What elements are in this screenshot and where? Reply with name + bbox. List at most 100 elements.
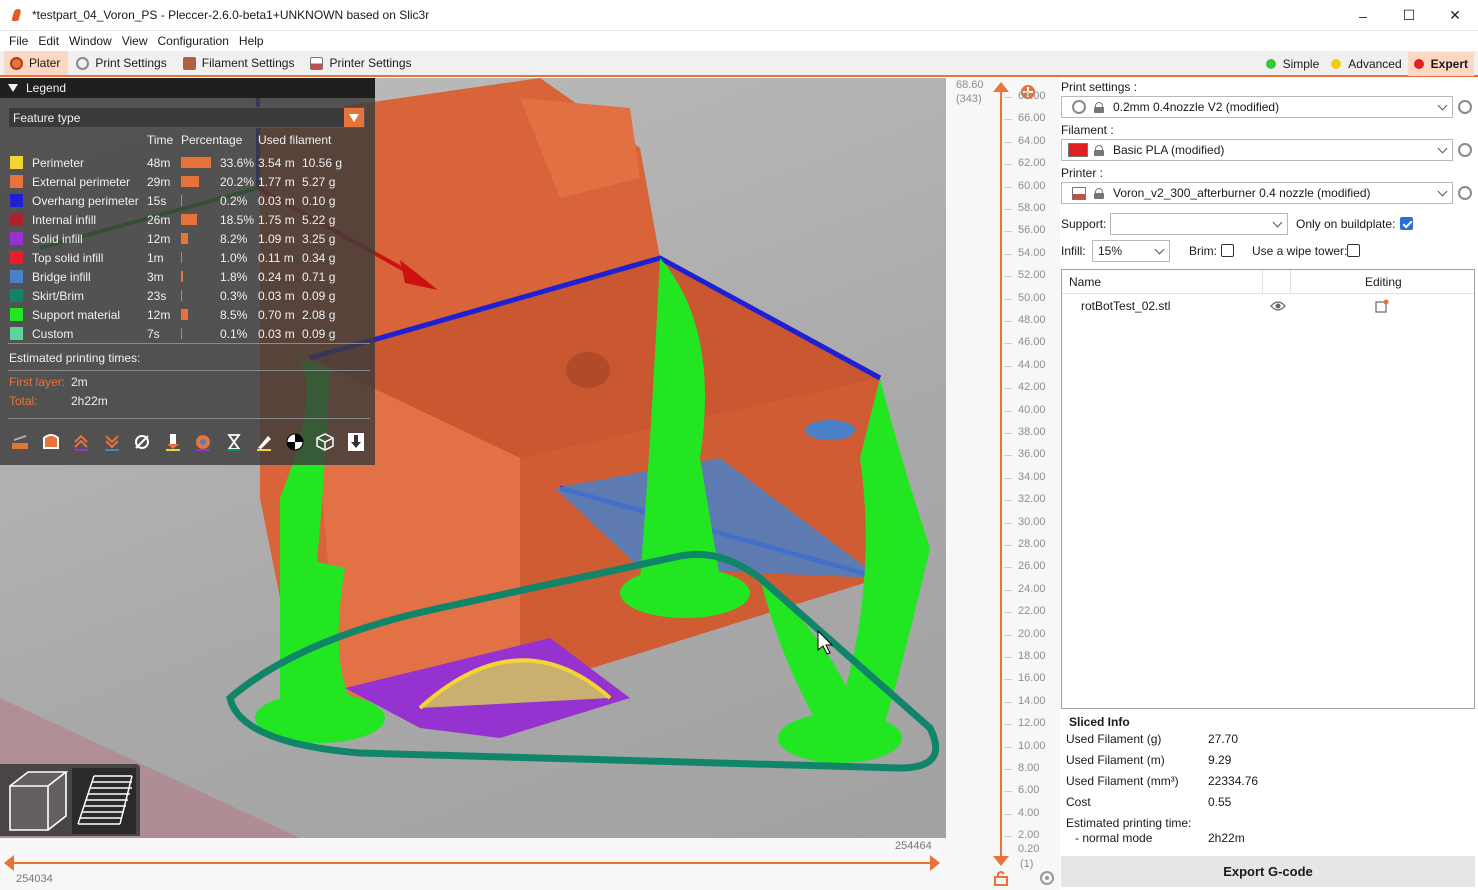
slider-track bbox=[12, 862, 934, 864]
tab-print-settings[interactable]: Print Settings bbox=[70, 51, 174, 75]
horizontal-move-slider[interactable]: 254464 254034 bbox=[0, 838, 946, 890]
tool-changes-icon[interactable] bbox=[161, 430, 185, 454]
legend-feature-time: 12m bbox=[147, 231, 171, 246]
custom-gcodes-icon[interactable] bbox=[252, 430, 276, 454]
legend-row[interactable]: Top solid infill 1m 1.0% 0.11 m 0.34 g bbox=[0, 248, 375, 267]
legend-title: Legend bbox=[26, 81, 67, 95]
object-row[interactable]: rotBotTest_02.stl bbox=[1062, 294, 1474, 318]
filament-combo[interactable]: Basic PLA (modified) bbox=[1061, 139, 1453, 161]
settings-cog-icon[interactable] bbox=[1039, 870, 1055, 886]
pause-prints-icon[interactable] bbox=[222, 430, 246, 454]
seams-icon[interactable] bbox=[130, 430, 154, 454]
filament-color-swatch[interactable] bbox=[1068, 143, 1088, 157]
close-button[interactable]: ✕ bbox=[1432, 0, 1478, 31]
legend-header[interactable]: Legend bbox=[0, 78, 375, 98]
wipe-icon[interactable] bbox=[39, 430, 63, 454]
view-type-value: Feature type bbox=[13, 110, 81, 125]
col-editing[interactable]: Editing bbox=[1365, 275, 1402, 289]
dropdown-arrow-icon[interactable] bbox=[344, 108, 364, 127]
layer-tick-mark bbox=[1004, 119, 1012, 121]
maximize-button[interactable]: ☐ bbox=[1386, 0, 1432, 31]
layer-tick-mark bbox=[1004, 231, 1012, 233]
3d-view-button[interactable] bbox=[9, 771, 69, 831]
legend-feature-name: Solid infill bbox=[32, 231, 83, 246]
tab-plater[interactable]: Plater bbox=[4, 51, 69, 75]
print-settings-gear-icon[interactable] bbox=[1458, 100, 1472, 114]
mode-expert[interactable]: Expert bbox=[1407, 52, 1474, 76]
legend-row[interactable]: Bridge infill 3m 1.8% 0.24 m 0.71 g bbox=[0, 267, 375, 286]
slider-left-handle-icon[interactable] bbox=[4, 855, 16, 871]
legend-row[interactable]: Internal infill 26m 18.5% 1.75 m 5.22 g bbox=[0, 210, 375, 229]
filament-gear-icon[interactable] bbox=[1458, 143, 1472, 157]
slider-bottom-handle-icon[interactable] bbox=[993, 856, 1009, 868]
layer-tick-mark bbox=[1004, 321, 1012, 322]
menu-edit[interactable]: Edit bbox=[33, 34, 64, 48]
plater-icon bbox=[10, 56, 23, 70]
brim-checkbox[interactable] bbox=[1221, 244, 1234, 257]
legend-feature-weight: 0.09 g bbox=[302, 288, 336, 303]
only-buildplate-checkbox[interactable] bbox=[1400, 217, 1413, 230]
only-buildplate-label: Only on buildplate: bbox=[1296, 217, 1396, 231]
menu-view[interactable]: View bbox=[117, 34, 153, 48]
menu-window[interactable]: Window bbox=[64, 34, 117, 48]
deretractions-icon[interactable] bbox=[100, 430, 124, 454]
layer-tick-mark bbox=[1004, 500, 1012, 502]
legend-feature-length: 3.54 m bbox=[258, 155, 295, 170]
print-settings-combo[interactable]: 0.2mm 0.4nozzle V2 (modified) bbox=[1061, 96, 1453, 118]
legend-row[interactable]: External perimeter 29m 20.2% 1.77 m 5.27 g bbox=[0, 172, 375, 191]
preview-view-button[interactable] bbox=[72, 768, 136, 834]
legend-feature-length: 1.77 m bbox=[258, 174, 295, 189]
mode-advanced[interactable]: Advanced bbox=[1325, 52, 1407, 76]
edit-settings-icon[interactable] bbox=[1375, 299, 1389, 313]
infill-select[interactable]: 15% bbox=[1092, 240, 1170, 262]
layer-tick-label: 34.00 bbox=[1018, 470, 1046, 483]
minimize-button[interactable]: – bbox=[1340, 0, 1386, 31]
tab-filament-settings[interactable]: Filament Settings bbox=[177, 51, 303, 75]
layer-height-slider[interactable]: 68.60 (343) 68.00 66.00 64.00 62.00 60.00 58.… bbox=[946, 78, 1060, 890]
lock-icon[interactable] bbox=[994, 870, 1008, 886]
shells-icon[interactable] bbox=[313, 430, 337, 454]
printer-gear-icon[interactable] bbox=[1458, 186, 1472, 200]
menu-file[interactable]: File bbox=[4, 34, 33, 48]
layer-tick-label: 24.00 bbox=[1018, 582, 1046, 595]
menu-configuration[interactable]: Configuration bbox=[153, 34, 234, 48]
legend-row[interactable]: Solid infill 12m 8.2% 1.09 m 3.25 g bbox=[0, 229, 375, 248]
print-settings-label: Print settings : bbox=[1061, 80, 1138, 94]
layer-tick-mark bbox=[1004, 433, 1012, 434]
printer-combo[interactable]: Voron_v2_300_afterburner 0.4 nozzle (mod… bbox=[1061, 182, 1453, 204]
layer-tick-label: 62.00 bbox=[1018, 157, 1046, 170]
layer-tick-label: 30.00 bbox=[1018, 515, 1046, 528]
legend-row[interactable]: Perimeter 48m 33.6% 3.54 m 10.56 g bbox=[0, 153, 375, 172]
menu-help[interactable]: Help bbox=[234, 34, 269, 48]
tool-marker-icon[interactable] bbox=[344, 430, 368, 454]
eye-icon[interactable] bbox=[1270, 300, 1286, 312]
wipe-tower-label: Use a wipe tower: bbox=[1252, 244, 1348, 258]
export-gcode-button[interactable]: Export G-code bbox=[1061, 856, 1475, 887]
layer-tick-label: 50.00 bbox=[1018, 291, 1046, 304]
wipe-tower-checkbox[interactable] bbox=[1347, 244, 1360, 257]
legend-feature-time: 26m bbox=[147, 212, 171, 227]
legend-row[interactable]: Custom 7s 0.1% 0.03 m 0.09 g bbox=[0, 324, 375, 343]
layer-tick-mark bbox=[1004, 276, 1012, 278]
estimated-time-label: Estimated printing time: bbox=[1066, 816, 1192, 830]
layer-tick-label: 66.00 bbox=[1018, 112, 1046, 125]
mode-label: Simple bbox=[1282, 57, 1320, 71]
sliced-info-panel: Sliced Info Used Filament (g) 27.70 Used… bbox=[1061, 714, 1475, 854]
mode-simple[interactable]: Simple bbox=[1260, 52, 1326, 76]
support-select[interactable] bbox=[1110, 213, 1288, 235]
col-name[interactable]: Name bbox=[1069, 275, 1101, 289]
legend-row[interactable]: Support material 12m 8.5% 0.70 m 2.08 g bbox=[0, 305, 375, 324]
menu-bar: File Edit Window View Configuration Help bbox=[0, 31, 1478, 51]
view-type-select[interactable]: Feature type bbox=[8, 107, 365, 128]
legend-row[interactable]: Overhang perimeter 15s 0.2% 0.03 m 0.10 g bbox=[0, 191, 375, 210]
slider-right-handle-icon[interactable] bbox=[930, 855, 942, 871]
legend-percentage-bar bbox=[181, 252, 182, 263]
tab-printer-settings[interactable]: Printer Settings bbox=[304, 51, 419, 75]
color-changes-icon[interactable] bbox=[191, 430, 215, 454]
retractions-icon[interactable] bbox=[69, 430, 93, 454]
object-list[interactable]: Name Editing rotBotTest_02.stl bbox=[1061, 269, 1475, 709]
center-of-gravity-icon[interactable] bbox=[283, 430, 307, 454]
travel-icon[interactable] bbox=[8, 430, 32, 454]
legend-row[interactable]: Skirt/Brim 23s 0.3% 0.03 m 0.09 g bbox=[0, 286, 375, 305]
layer-tick-mark bbox=[1004, 186, 1012, 188]
